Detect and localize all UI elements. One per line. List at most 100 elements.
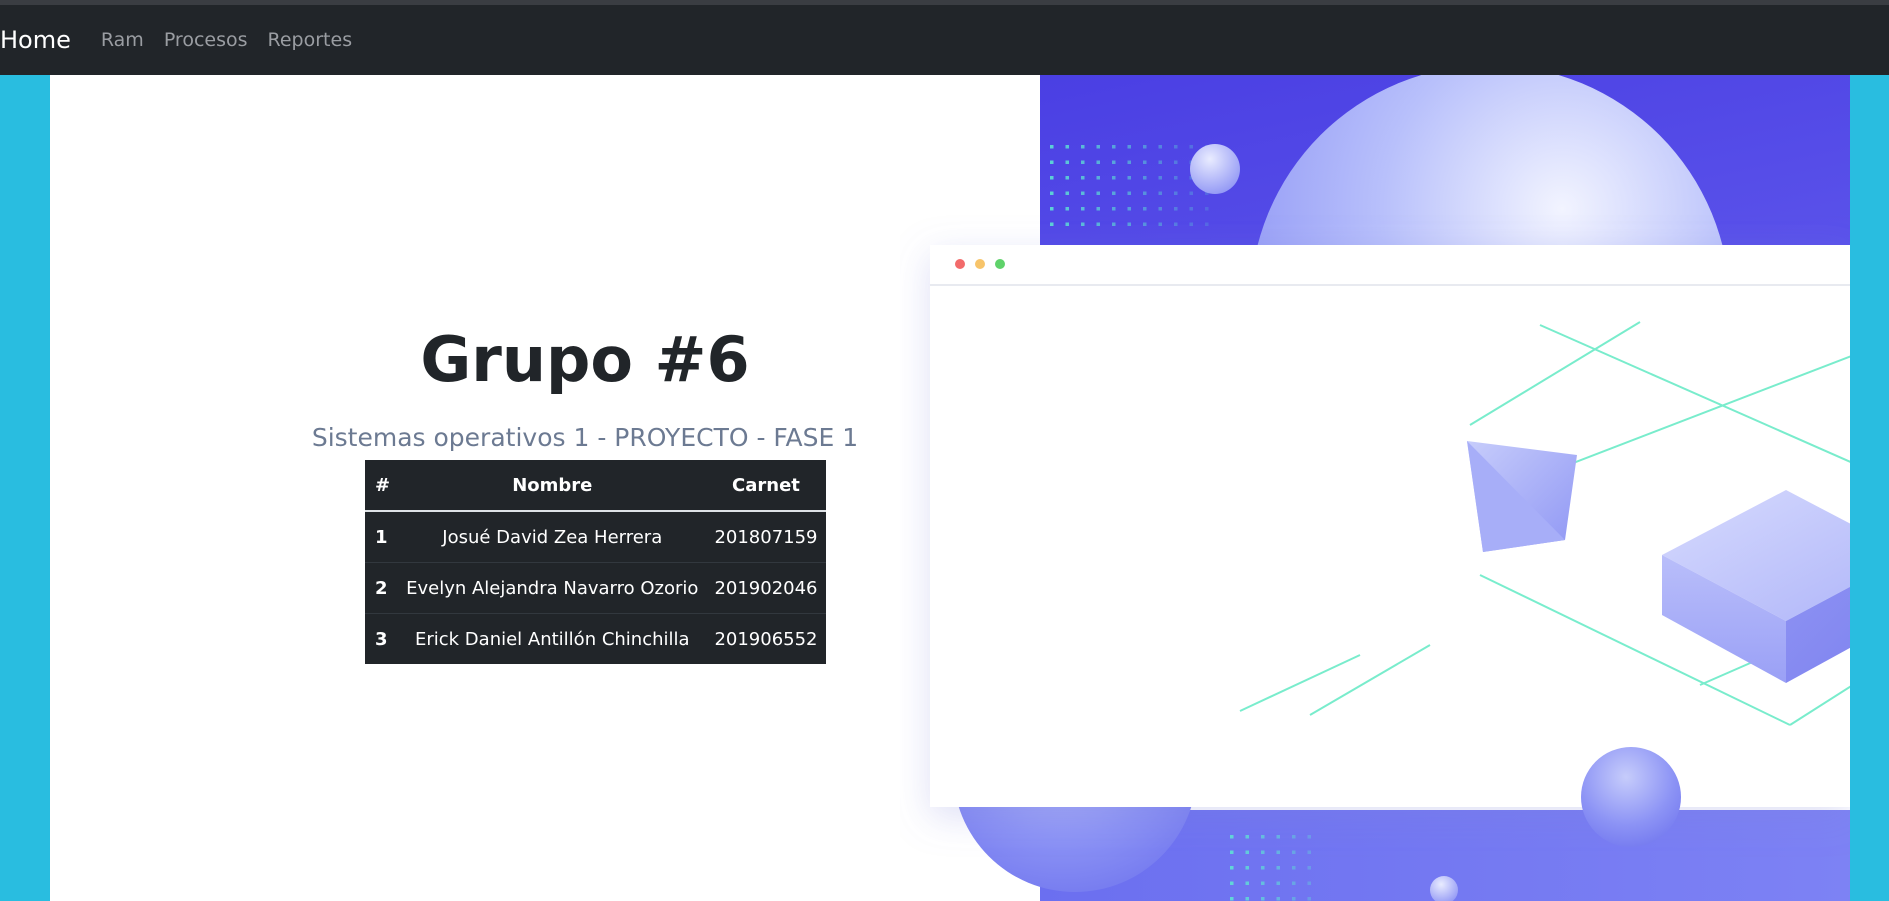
navbar: Home Ram Procesos Reportes [0,5,1889,75]
header-carnet: Carnet [706,460,826,512]
decorative-dot [1096,191,1100,195]
decorative-dot [1276,850,1280,854]
decorative-dot [1174,191,1178,195]
decorative-dot [1065,176,1069,180]
row-number: 3 [365,613,399,664]
decorative-dot [1276,897,1280,901]
decorative-dot [1230,881,1234,885]
decorative-dot [1065,207,1069,211]
decorative-dot [1127,145,1131,149]
decorative-dot [1112,145,1116,149]
decorative-dot [1292,897,1296,901]
decorative-dot [1127,207,1131,211]
decorative-dot [1096,160,1100,164]
row-carnet: 201906552 [706,613,826,664]
decorative-dot [1143,207,1147,211]
decorative-dot [1065,145,1069,149]
decorative-dot [1081,222,1085,226]
nav-home-link[interactable]: Home [0,26,71,54]
decorative-dot [1307,850,1311,854]
decorative-dot [1261,835,1265,839]
decorative-dot [1292,866,1296,870]
decorative-dot [1307,897,1311,901]
decorative-dot [1292,835,1296,839]
decorative-dot [1081,160,1085,164]
row-nombre: Josué David Zea Herrera [398,510,707,563]
decorative-dot [1230,850,1234,854]
decorative-dot [1127,160,1131,164]
decorative-dot [1189,207,1193,211]
decorative-dot [1205,207,1209,211]
decorative-dot [1143,176,1147,180]
decorative-dot [1096,207,1100,211]
decorative-dot [1096,176,1100,180]
table-row: 3 Erick Daniel Antillón Chinchilla 20190… [365,613,826,664]
decorative-dot [1112,160,1116,164]
decorative-dot [1143,160,1147,164]
decorative-dot [1261,850,1265,854]
decorative-dot [1261,866,1265,870]
decorative-dot [1245,881,1249,885]
decorative-dot [1050,176,1054,180]
decorative-dot [1127,176,1131,180]
nav-reportes-link[interactable]: Reportes [268,29,353,51]
row-nombre: Evelyn Alejandra Navarro Ozorio [398,562,707,614]
members-table: # Nombre Carnet 1 Josué David Zea Herrer… [365,460,826,664]
decorative-dot [1292,881,1296,885]
header-number: # [365,460,399,512]
decorative-dot [1189,222,1193,226]
decorative-dot [1158,222,1162,226]
window-close-dot-icon [955,259,965,269]
row-nombre: Erick Daniel Antillón Chinchilla [398,613,707,664]
decorative-dot [1143,222,1147,226]
decorative-dot [1174,145,1178,149]
decorative-dot [1230,897,1234,901]
nav-ram-link[interactable]: Ram [101,29,144,51]
decorative-dot [1158,191,1162,195]
pyramid-shape [1467,441,1577,552]
decorative-dot [1081,145,1085,149]
decorative-dot [1081,191,1085,195]
decorative-dot [1096,145,1100,149]
decorative-dot [1127,222,1131,226]
decorative-dot [1112,176,1116,180]
decorative-dot [1158,176,1162,180]
decorative-dot [1245,866,1249,870]
decorative-dot [1065,160,1069,164]
decorative-dot [1050,160,1054,164]
header-nombre: Nombre [398,460,707,512]
decorative-dot [1174,176,1178,180]
nav-procesos-link[interactable]: Procesos [164,29,248,51]
decorative-dot [1081,207,1085,211]
decorative-dot [1050,191,1054,195]
decorative-dot [1307,835,1311,839]
decorative-dot [1276,835,1280,839]
decorative-dot [1158,145,1162,149]
decorative-dot [1307,866,1311,870]
decorative-dot [1143,191,1147,195]
decorative-dot [1245,850,1249,854]
decorative-dot [1276,866,1280,870]
row-number: 1 [365,510,399,563]
window-minimize-dot-icon [975,259,985,269]
decorative-dot [1050,207,1054,211]
hero-illustration [930,75,1850,901]
sphere-bottom-right [1581,747,1681,847]
decorative-dot [1174,160,1178,164]
table-row: 2 Evelyn Alejandra Navarro Ozorio 201902… [365,562,826,614]
main-container: Grupo #6 Sistemas operativos 1 - PROYECT… [50,75,1850,901]
decorative-dot [1112,222,1116,226]
decorative-dot [1276,881,1280,885]
decorative-dot [1050,222,1054,226]
decorative-dot [1245,835,1249,839]
decorative-dot [1081,176,1085,180]
decorative-dot [1189,191,1193,195]
table-header-row: # Nombre Carnet [365,460,826,512]
decorative-dot [1189,145,1193,149]
decorative-dot [1112,207,1116,211]
decorative-dot [1174,207,1178,211]
table-row: 1 Josué David Zea Herrera 201807159 [365,510,826,563]
decorative-dot [1065,191,1069,195]
decorative-dot [1050,145,1054,149]
window-maximize-dot-icon [995,259,1005,269]
